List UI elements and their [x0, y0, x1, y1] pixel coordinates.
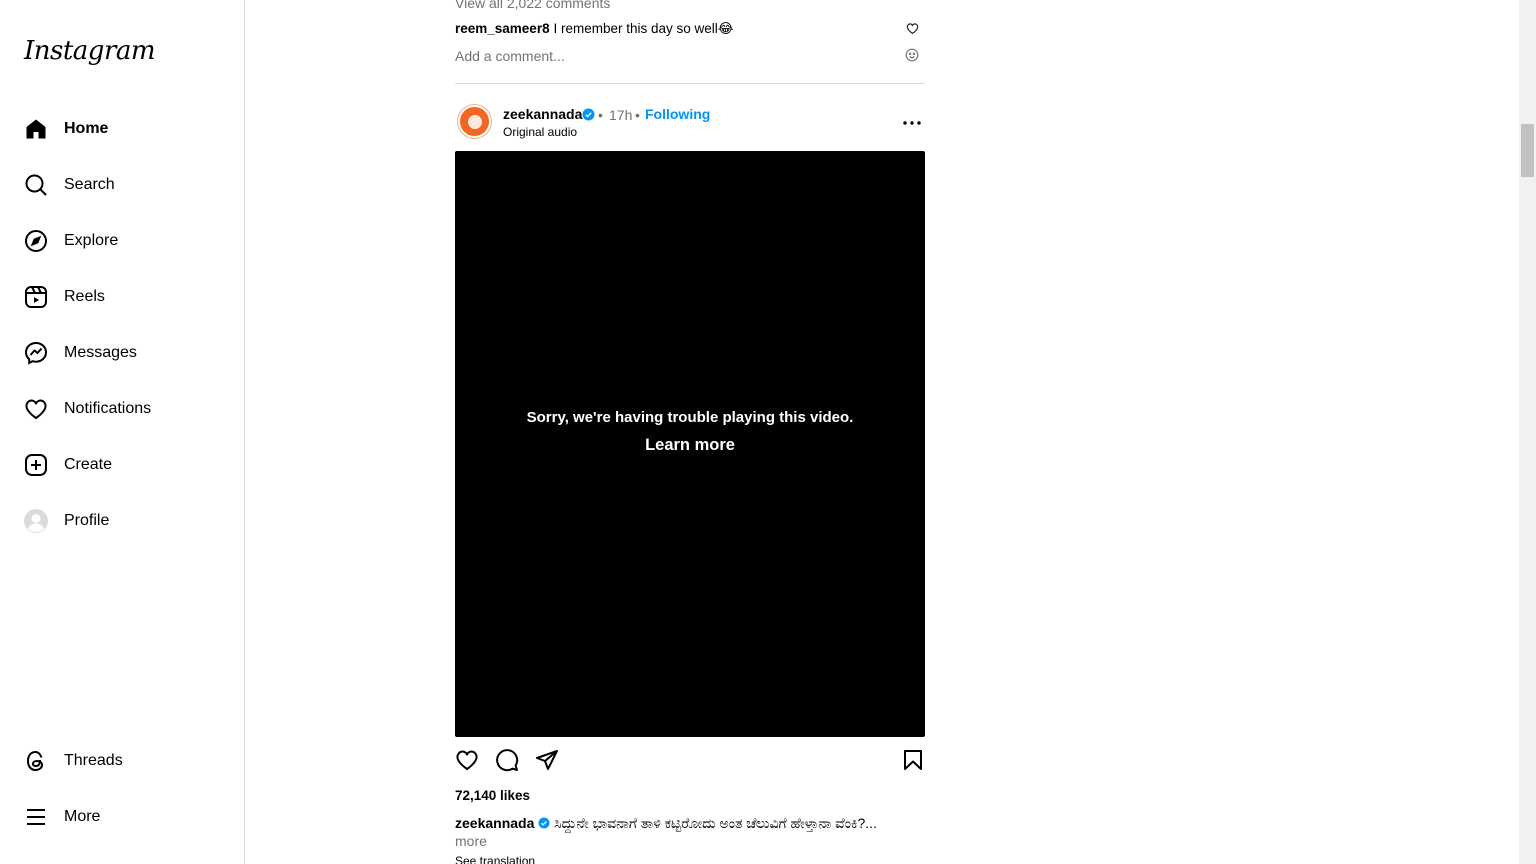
post-time[interactable]: 17h: [609, 107, 632, 123]
add-comment-input[interactable]: Add a comment...: [455, 48, 925, 64]
following-button[interactable]: Following: [645, 106, 710, 122]
sidebar-item-search[interactable]: Search: [12, 161, 232, 209]
comment: reem_sameer8 I remember this day so well…: [455, 20, 925, 38]
sidebar-item-label: Messages: [64, 344, 137, 361]
verified-badge-icon: [538, 817, 550, 829]
sidebar-item-messages[interactable]: Messages: [12, 329, 232, 377]
more-options-icon[interactable]: [903, 112, 921, 130]
page-scrollbar[interactable]: [1519, 0, 1536, 864]
sidebar-item-label: Create: [64, 456, 113, 473]
video-error-message: Sorry, we're having trouble playing this…: [526, 408, 854, 426]
sidebar-item-home[interactable]: Home: [12, 105, 232, 153]
comment-like-heart-icon[interactable]: [906, 22, 919, 38]
heart-icon: [24, 397, 48, 421]
plus-square-icon: [24, 453, 48, 477]
learn-more-link[interactable]: Learn more: [645, 436, 735, 455]
post-actions: [455, 748, 925, 776]
video-player[interactable]: Sorry, we're having trouble playing this…: [455, 151, 925, 737]
sidebar-item-profile[interactable]: Profile: [12, 497, 232, 545]
share-icon[interactable]: [535, 748, 559, 777]
emoji-icon[interactable]: [905, 48, 919, 65]
sidebar-item-label: Notifications: [64, 400, 152, 417]
post-divider: [455, 83, 925, 84]
sidebar-item-more[interactable]: More: [12, 793, 232, 841]
caption-text: ಸಿದ್ದುನೇ ಭಾವನಾಗೆ ತಾಳಿ ಕಟ್ಟಿರೋದು ಅಂತ ಚೆಲು…: [554, 815, 877, 831]
original-audio-link[interactable]: Original audio: [503, 125, 577, 139]
sidebar-item-label: More: [64, 808, 101, 825]
scrollbar-thumb[interactable]: [1521, 124, 1534, 177]
post-author-username[interactable]: zeekannada: [503, 106, 582, 122]
messenger-icon: [24, 341, 48, 365]
sidebar-item-label: Profile: [64, 512, 110, 529]
post-author-avatar[interactable]: [458, 105, 491, 138]
sidebar-item-reels[interactable]: Reels: [12, 273, 232, 321]
post-caption: zeekannada ಸಿದ್ದುನೇ ಭಾವನಾಗೆ ತಾಳಿ ಕಟ್ಟಿರೋ…: [455, 814, 895, 850]
compass-icon: [24, 229, 48, 253]
threads-icon: [24, 749, 48, 773]
sidebar: Instagram Home Search Explore Reels Mess…: [0, 0, 245, 864]
search-icon: [24, 173, 48, 197]
comment-icon[interactable]: [495, 748, 519, 777]
view-all-comments-link[interactable]: View all 2,022 comments: [455, 0, 610, 11]
separator-dot: •: [635, 107, 640, 123]
sidebar-item-label: Search: [64, 176, 115, 193]
sidebar-item-label: Home: [64, 120, 109, 137]
sidebar-item-create[interactable]: Create: [12, 441, 232, 489]
like-heart-icon[interactable]: [455, 748, 479, 777]
verified-badge-icon: [582, 108, 595, 126]
likes-count[interactable]: 72,140 likes: [455, 788, 530, 803]
sidebar-item-label: Reels: [64, 288, 105, 305]
see-translation-link[interactable]: See translation: [455, 854, 535, 864]
caption-more-link[interactable]: more: [455, 833, 487, 849]
sidebar-item-label: Explore: [64, 232, 119, 249]
sidebar-item-notifications[interactable]: Notifications: [12, 385, 232, 433]
comment-text: I remember this day so well😂: [553, 21, 734, 36]
sidebar-item-explore[interactable]: Explore: [12, 217, 232, 265]
bookmark-icon[interactable]: [901, 748, 925, 777]
avatar: [24, 509, 48, 533]
post-header: zeekannada • 17h • Following Original au…: [455, 100, 925, 144]
sidebar-item-threads[interactable]: Threads: [12, 737, 232, 785]
reels-icon: [24, 285, 48, 309]
comment-username[interactable]: reem_sameer8: [455, 21, 550, 36]
caption-username[interactable]: zeekannada: [455, 815, 534, 831]
instagram-logo[interactable]: Instagram: [24, 36, 156, 66]
add-comment-placeholder: Add a comment...: [455, 48, 565, 64]
hamburger-icon: [24, 805, 48, 829]
home-icon: [24, 117, 48, 141]
sidebar-item-label: Threads: [64, 752, 123, 769]
separator-dot: •: [598, 107, 603, 123]
